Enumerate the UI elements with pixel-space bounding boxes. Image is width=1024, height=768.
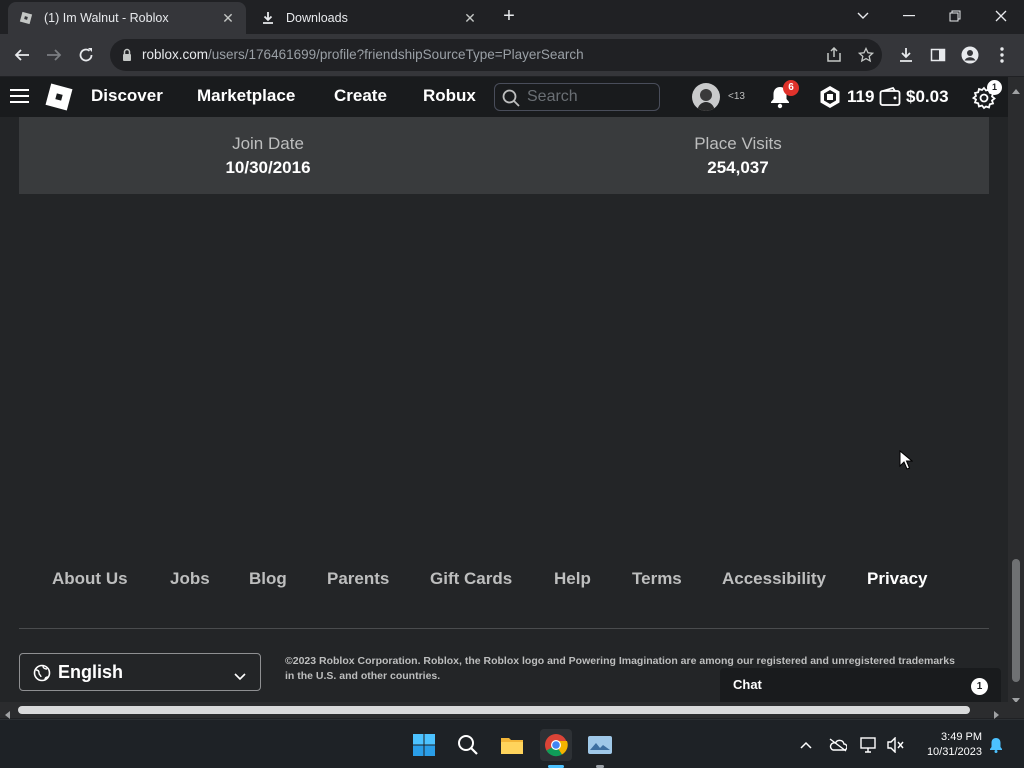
- volume-muted-icon[interactable]: [886, 736, 904, 754]
- network-icon[interactable]: [860, 736, 878, 754]
- clock-time: 3:49 PM: [941, 731, 982, 743]
- reload-icon[interactable]: [74, 43, 98, 67]
- tab-search-chevron-icon[interactable]: [848, 4, 878, 28]
- notification-bell-icon[interactable]: [987, 736, 1005, 754]
- nav-robux[interactable]: Robux: [423, 86, 476, 106]
- onedrive-offline-icon[interactable]: [829, 736, 847, 754]
- chrome-taskbar-icon[interactable]: [540, 729, 572, 761]
- windows-start-icon[interactable]: [408, 729, 440, 761]
- download-icon: [260, 10, 276, 26]
- close-tab-icon[interactable]: ✕: [462, 10, 478, 26]
- restore-button[interactable]: [940, 4, 970, 28]
- nav-discover[interactable]: Discover: [91, 86, 163, 106]
- forward-arrow-icon[interactable]: [42, 43, 66, 67]
- place-visits-label: Place Visits: [694, 134, 782, 153]
- roblox-logo-icon[interactable]: [44, 82, 74, 117]
- vertical-scroll-thumb[interactable]: [1012, 559, 1020, 682]
- nav-create[interactable]: Create: [334, 86, 387, 106]
- robux-icon[interactable]: [818, 85, 842, 114]
- globe-icon: [33, 664, 51, 687]
- hamburger-menu-icon[interactable]: [10, 88, 30, 109]
- show-hidden-icons-chevron-icon[interactable]: [797, 736, 815, 754]
- chat-widget[interactable]: Chat 1: [720, 668, 1001, 702]
- tab-roblox-profile[interactable]: (1) Im Walnut - Roblox ✕: [8, 2, 246, 34]
- footer-link-parents[interactable]: Parents: [327, 569, 389, 589]
- photo-viewer-icon[interactable]: [584, 729, 616, 761]
- url-text: roblox.com/users/176461699/profile?frien…: [142, 47, 584, 62]
- chrome-menu-icon[interactable]: [990, 43, 1014, 67]
- share-icon[interactable]: [822, 43, 846, 67]
- profile-page-content: Join Date 10/30/2016 Place Visits 254,03…: [0, 117, 1008, 702]
- back-arrow-icon[interactable]: [10, 43, 34, 67]
- url-path: /users/176461699/profile?friendshipSourc…: [208, 47, 584, 62]
- join-date-label: Join Date: [232, 134, 304, 153]
- close-window-button[interactable]: [986, 4, 1016, 28]
- settings-badge: 1: [987, 80, 1002, 95]
- place-visits-value: 254,037: [707, 158, 769, 177]
- tab-title: Downloads: [286, 11, 348, 25]
- side-panel-icon[interactable]: [926, 43, 950, 67]
- file-explorer-icon[interactable]: [496, 729, 528, 761]
- profile-stats-panel: Join Date 10/30/2016 Place Visits 254,03…: [19, 117, 989, 194]
- minimize-button[interactable]: [894, 4, 924, 28]
- tab-title: (1) Im Walnut - Roblox: [44, 11, 169, 25]
- bookmark-star-icon[interactable]: [854, 43, 878, 67]
- chat-unread-badge: 1: [971, 678, 988, 695]
- vertical-scrollbar[interactable]: [1008, 77, 1024, 703]
- search-placeholder: Search: [527, 88, 578, 105]
- language-select[interactable]: English: [19, 653, 261, 691]
- taskbar-search-icon[interactable]: [452, 729, 484, 761]
- chat-label: Chat: [733, 677, 762, 692]
- footer-link-terms[interactable]: Terms: [632, 569, 682, 589]
- wallet-amount[interactable]: $0.03: [906, 87, 949, 107]
- downloads-icon[interactable]: [894, 43, 918, 67]
- profile-avatar-icon[interactable]: [958, 43, 982, 67]
- language-select-value: English: [58, 662, 124, 682]
- scroll-up-arrow-icon[interactable]: [1012, 81, 1020, 99]
- footer-link-help[interactable]: Help: [554, 569, 591, 589]
- scrollbar-corner: [1008, 702, 1024, 718]
- footer-link-gift-cards[interactable]: Gift Cards: [430, 569, 512, 589]
- footer-divider: [19, 628, 989, 629]
- user-avatar[interactable]: [692, 83, 720, 111]
- footer-link-accessibility[interactable]: Accessibility: [722, 569, 826, 589]
- horizontal-scrollbar[interactable]: [0, 702, 1008, 719]
- browser-tab-strip: (1) Im Walnut - Roblox ✕ Downloads ✕ +: [0, 0, 1024, 34]
- wallet-icon[interactable]: [879, 86, 901, 112]
- robux-amount[interactable]: 119: [847, 87, 874, 107]
- url-host: roblox.com: [142, 47, 209, 62]
- search-icon: [502, 89, 520, 112]
- new-tab-button[interactable]: +: [498, 6, 520, 28]
- close-tab-icon[interactable]: ✕: [220, 10, 236, 26]
- address-bar[interactable]: roblox.com/users/176461699/profile?frien…: [110, 39, 882, 71]
- footer-link-jobs[interactable]: Jobs: [170, 569, 210, 589]
- notifications-badge: 6: [783, 80, 799, 96]
- windows-taskbar: 3:49 PM 10/31/2023: [0, 719, 1024, 768]
- search-input[interactable]: Search: [494, 83, 660, 111]
- age-bracket-label: <13: [728, 91, 745, 102]
- lock-icon[interactable]: [120, 47, 136, 63]
- clock-date: 10/31/2023: [926, 746, 982, 758]
- footer-link-privacy[interactable]: Privacy: [867, 569, 928, 589]
- chevron-down-icon: [234, 668, 246, 686]
- browser-toolbar: roblox.com/users/176461699/profile?frien…: [0, 34, 1024, 76]
- mouse-cursor-icon: [899, 449, 914, 475]
- tab-downloads[interactable]: Downloads ✕: [250, 2, 488, 34]
- footer-link-about-us[interactable]: About Us: [52, 569, 128, 589]
- footer-link-blog[interactable]: Blog: [249, 569, 287, 589]
- system-clock[interactable]: 3:49 PM 10/31/2023: [916, 730, 982, 760]
- horizontal-scroll-thumb[interactable]: [18, 706, 970, 714]
- roblox-favicon-icon: [18, 10, 34, 26]
- join-date-value: 10/30/2016: [225, 158, 311, 177]
- roblox-nav-bar: Discover Marketplace Create Robux Search…: [0, 77, 1008, 117]
- nav-marketplace[interactable]: Marketplace: [197, 86, 295, 106]
